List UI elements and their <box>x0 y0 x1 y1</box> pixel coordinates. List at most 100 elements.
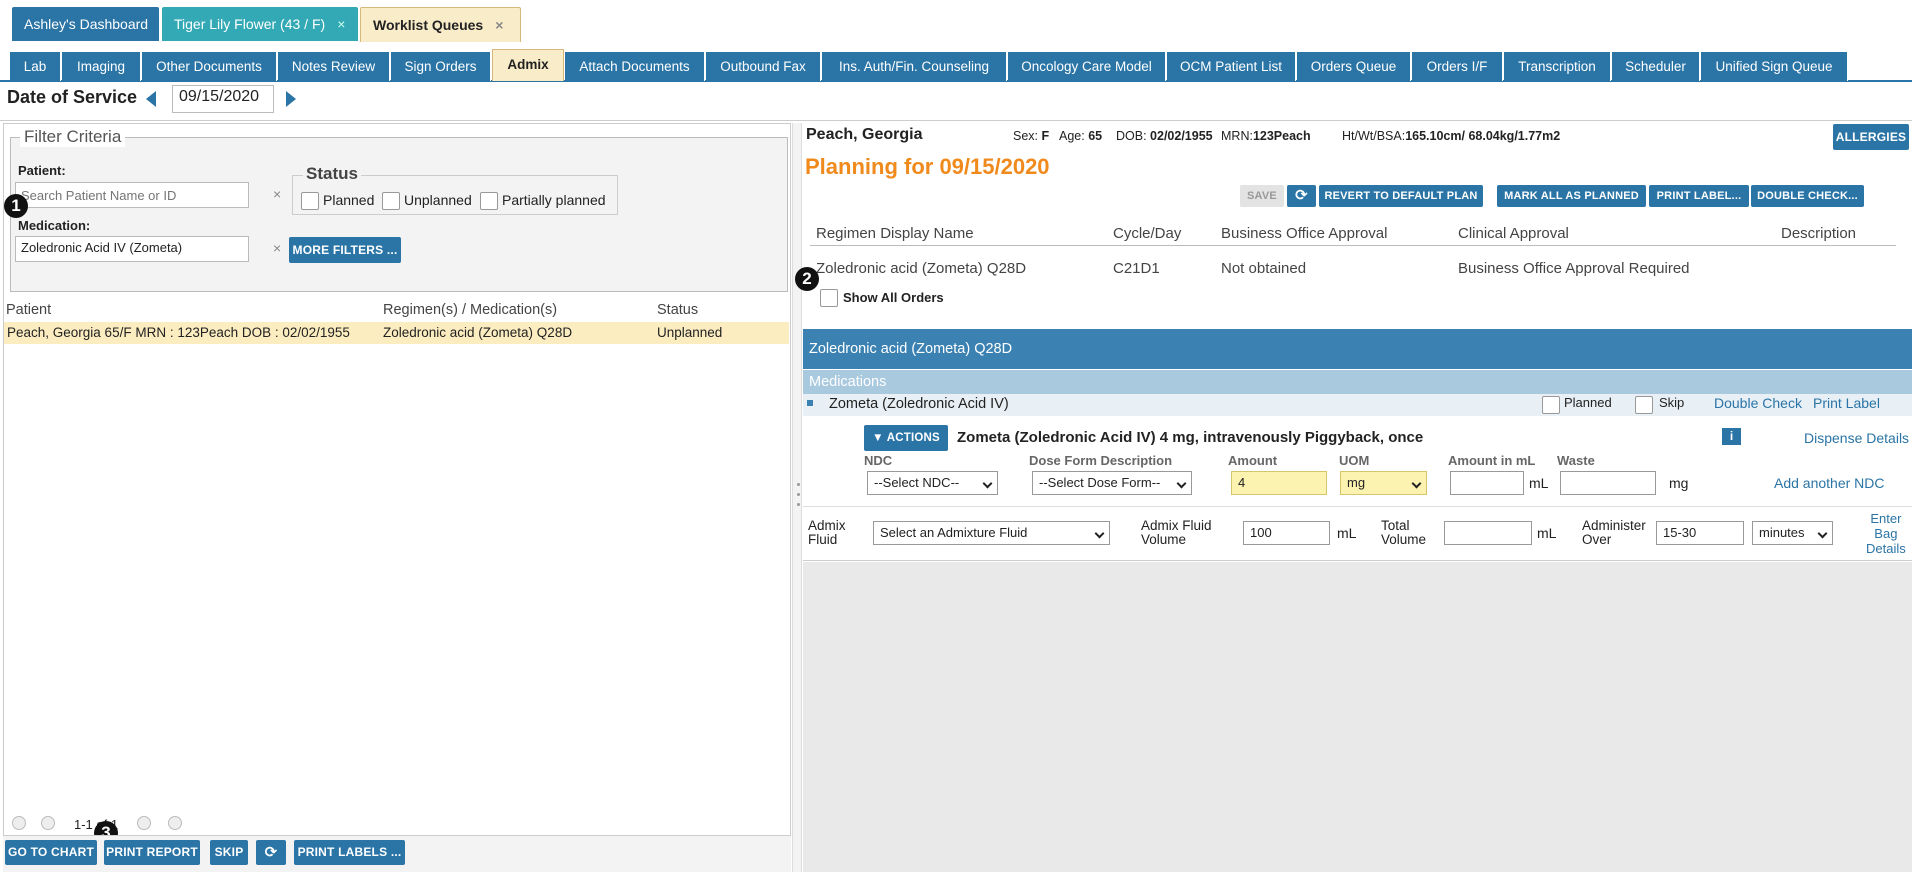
caret-down-icon: ▼ <box>872 432 884 444</box>
last-page-icon[interactable] <box>168 816 182 830</box>
ndc-label: NDC <box>864 453 893 468</box>
subtab-notes-review[interactable]: Notes Review <box>278 52 390 81</box>
date-of-service-input[interactable]: 09/15/2020 <box>172 85 274 113</box>
drug-skip-checkbox[interactable] <box>1635 396 1653 414</box>
refresh-plan-icon[interactable]: ⟳ <box>1287 185 1316 207</box>
total-volume-input[interactable] <box>1444 521 1532 545</box>
regimen-name[interactable]: Zoledronic acid (Zometa) Q28D <box>816 260 1026 277</box>
print-labels-button[interactable]: PRINT LABELS ... <box>294 840 405 865</box>
order-description: Zometa (Zoledronic Acid IV) 4 mg, intrav… <box>957 429 1424 446</box>
row-patient: Peach, Georgia 65/F MRN : 123Peach DOB :… <box>7 325 350 340</box>
regimen-cycle: C21D1 <box>1113 260 1160 277</box>
dispense-details-link[interactable]: Dispense Details <box>1804 430 1909 446</box>
patient-sex: Sex: F <box>1013 129 1050 143</box>
print-report-button[interactable]: PRINT REPORT <box>104 840 200 865</box>
waste-unit: mg <box>1669 475 1689 491</box>
previous-page-icon[interactable] <box>41 816 55 830</box>
mark-all-as-planned-button[interactable]: MARK ALL AS PLANNED <box>1497 185 1646 207</box>
clear-medication-icon[interactable]: × <box>273 240 281 256</box>
chevron-down-icon <box>1817 528 1828 539</box>
planning-title: Planning for 09/15/2020 <box>805 154 1050 179</box>
subtab-attach-documents[interactable]: Attach Documents <box>565 52 705 81</box>
admix-fluid-select[interactable]: Select an Admixture Fluid <box>873 521 1110 545</box>
next-date-arrow-icon[interactable] <box>286 91 296 107</box>
total-volume-label: Total Volume <box>1381 518 1427 547</box>
tab-ashleys-dashboard[interactable]: Ashley's Dashboard <box>12 7 159 41</box>
administer-over-label: Administer Over <box>1582 518 1646 547</box>
chevron-down-icon <box>1176 478 1187 489</box>
add-another-ndc-link[interactable]: Add another NDC <box>1774 475 1885 491</box>
patient-filter-label: Patient: <box>18 163 66 178</box>
subtab-oncology-care-model[interactable]: Oncology Care Model <box>1008 52 1166 81</box>
double-check-button[interactable]: DOUBLE CHECK... <box>1751 185 1864 207</box>
info-icon[interactable]: i <box>1722 428 1741 445</box>
subtab-transcription[interactable]: Transcription <box>1504 52 1611 81</box>
planned-checkbox[interactable] <box>301 192 319 210</box>
tab-worklist-queues[interactable]: Worklist Queues × <box>360 7 521 42</box>
double-check-link[interactable]: Double Check <box>1714 395 1802 411</box>
subtab-unified-sign-queue[interactable]: Unified Sign Queue <box>1701 52 1848 81</box>
subtab-orders-if[interactable]: Orders I/F <box>1412 52 1503 81</box>
total-volume-unit: mL <box>1537 525 1557 541</box>
regimen-header-clinical: Clinical Approval <box>1458 225 1569 242</box>
ndc-select[interactable]: --Select NDC-- <box>867 471 998 495</box>
more-filters-button[interactable]: MORE FILTERS ... <box>289 237 401 263</box>
first-page-icon[interactable] <box>12 816 26 830</box>
print-label-button[interactable]: PRINT LABEL... <box>1649 185 1749 207</box>
uom-select[interactable]: mg <box>1340 471 1427 495</box>
subtab-other-documents[interactable]: Other Documents <box>142 52 277 81</box>
amount-ml-input[interactable] <box>1450 471 1524 495</box>
subtab-admix[interactable]: Admix <box>492 49 564 81</box>
panel-splitter[interactable] <box>792 123 802 872</box>
administer-over-input[interactable]: 15-30 <box>1656 521 1744 545</box>
drug-planned-checkbox[interactable] <box>1542 396 1560 414</box>
clear-patient-icon[interactable]: × <box>273 186 281 202</box>
tab-label: Tiger Lily Flower (43 / F) <box>174 16 326 32</box>
partially-planned-checkbox[interactable] <box>480 192 498 210</box>
enter-bag-details-link[interactable]: Enter Bag Details <box>1866 511 1906 556</box>
save-button[interactable]: SAVE <box>1240 185 1284 207</box>
amount-ml-unit: mL <box>1529 475 1549 491</box>
admix-fluid-volume-input[interactable]: 100 <box>1243 521 1330 545</box>
medications-band: Medications <box>803 370 1912 394</box>
subtab-ocm-patient-list[interactable]: OCM Patient List <box>1167 52 1296 81</box>
grid-header-status[interactable]: Status <box>657 302 698 318</box>
subtab-outbound-fax[interactable]: Outbound Fax <box>706 52 821 81</box>
subtab-lab[interactable]: Lab <box>10 52 61 81</box>
administer-unit-select[interactable]: minutes <box>1752 521 1833 545</box>
patient-ht-wt-bsa: Ht/Wt/BSA:165.10cm/ 68.04kg/1.77m2 <box>1342 129 1561 143</box>
previous-date-arrow-icon[interactable] <box>146 91 156 107</box>
filter-criteria-legend: Filter Criteria <box>20 127 126 147</box>
refresh-icon[interactable]: ⟳ <box>256 840 286 865</box>
status-legend: Status <box>303 164 361 184</box>
unplanned-checkbox[interactable] <box>382 192 400 210</box>
revert-to-default-plan-button[interactable]: REVERT TO DEFAULT PLAN <box>1319 185 1483 207</box>
subtab-scheduler[interactable]: Scheduler <box>1612 52 1700 81</box>
uom-value: mg <box>1347 475 1366 490</box>
amount-input[interactable]: 4 <box>1231 471 1327 495</box>
close-icon[interactable]: × <box>337 16 345 32</box>
allergies-button[interactable]: ALLERGIES <box>1833 124 1909 150</box>
grid-header-regimen[interactable]: Regimen(s) / Medication(s) <box>383 302 557 318</box>
subtab-ins-auth[interactable]: Ins. Auth/Fin. Counseling <box>822 52 1007 81</box>
drug-name: Zometa (Zoledronic Acid IV) <box>829 396 1009 412</box>
patient-search-input[interactable] <box>15 182 249 208</box>
go-to-chart-button[interactable]: GO TO CHART <box>5 840 97 865</box>
medication-input[interactable]: Zoledronic Acid IV (Zometa) <box>15 236 249 262</box>
patient-dob: DOB: 02/02/1955 <box>1116 129 1213 143</box>
tab-patient-tiger-lily[interactable]: Tiger Lily Flower (43 / F) × <box>162 7 358 41</box>
close-icon[interactable]: × <box>495 17 503 33</box>
subtab-sign-orders[interactable]: Sign Orders <box>391 52 491 81</box>
subtab-imaging[interactable]: Imaging <box>62 52 141 81</box>
dose-form-select[interactable]: --Select Dose Form-- <box>1032 471 1192 495</box>
regimen-header-cycle: Cycle/Day <box>1113 225 1182 242</box>
skip-button[interactable]: SKIP <box>210 840 248 865</box>
table-row[interactable]: Peach, Georgia 65/F MRN : 123Peach DOB :… <box>4 322 789 344</box>
waste-input[interactable] <box>1560 471 1656 495</box>
actions-button[interactable]: ▼ ACTIONS <box>864 425 948 451</box>
grid-header-patient[interactable]: Patient <box>6 302 51 318</box>
next-page-icon[interactable] <box>137 816 151 830</box>
show-all-orders-checkbox[interactable] <box>820 289 838 307</box>
subtab-orders-queue[interactable]: Orders Queue <box>1297 52 1411 81</box>
print-label-link[interactable]: Print Label <box>1813 395 1880 411</box>
